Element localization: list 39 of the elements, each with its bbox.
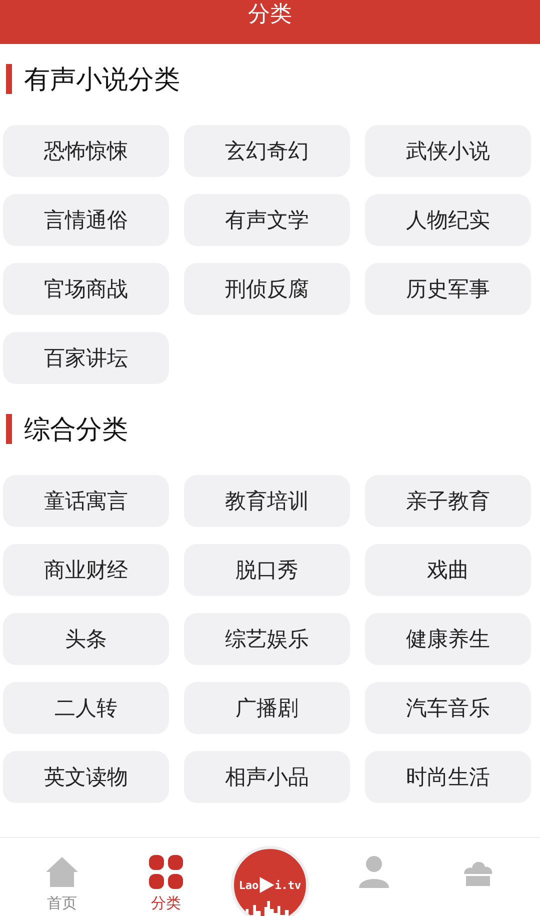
category-button[interactable]: 有声文学 (184, 194, 350, 246)
section-title: 有声小说分类 (24, 64, 180, 96)
page-title: 分类 (248, 1, 292, 29)
person-icon[interactable] (356, 854, 392, 890)
category-button[interactable]: 人物纪实 (365, 194, 531, 246)
accent-bar (6, 64, 12, 94)
category-button[interactable]: 英文读物 (3, 751, 169, 803)
category-button[interactable]: 汽车音乐 (365, 682, 531, 734)
nav-label[interactable]: 分类 (151, 894, 181, 914)
logo-text: i.tv (274, 878, 302, 892)
play-icon (258, 876, 275, 894)
category-button[interactable]: 综艺娱乐 (184, 613, 350, 665)
category-button[interactable]: 时尚生活 (365, 751, 531, 803)
category-button[interactable]: 头条 (3, 613, 169, 665)
grid-icon[interactable] (148, 854, 184, 890)
category-button[interactable]: 官场商战 (3, 263, 169, 315)
category-button[interactable]: 玄幻奇幻 (184, 125, 350, 177)
category-button[interactable]: 言情通俗 (3, 194, 169, 246)
section-title: 综合分类 (24, 414, 128, 446)
category-button[interactable]: 恐怖惊悚 (3, 125, 169, 177)
category-button[interactable]: 童话寓言 (3, 475, 169, 527)
nav-label[interactable]: 首页 (47, 894, 77, 914)
category-button[interactable]: 历史军事 (365, 263, 531, 315)
category-button[interactable]: 脱口秀 (184, 544, 350, 596)
category-button[interactable]: 百家讲坛 (3, 332, 169, 384)
category-button[interactable]: 广播剧 (184, 682, 350, 734)
category-button[interactable]: 戏曲 (365, 544, 531, 596)
accent-bar (6, 414, 12, 444)
category-button[interactable]: 商业财经 (3, 544, 169, 596)
category-button[interactable]: 武侠小说 (365, 125, 531, 177)
category-button[interactable]: 相声小品 (184, 751, 350, 803)
category-button[interactable]: 健康养生 (365, 613, 531, 665)
logo-text: Lao (238, 878, 259, 892)
player-button[interactable]: Lao i.tv (231, 846, 309, 916)
category-button[interactable]: 刑侦反腐 (184, 263, 350, 315)
category-button[interactable]: 教育培训 (184, 475, 350, 527)
category-button[interactable]: 二人转 (3, 682, 169, 734)
category-button[interactable]: 亲子教育 (365, 475, 531, 527)
home-icon[interactable] (44, 854, 80, 890)
